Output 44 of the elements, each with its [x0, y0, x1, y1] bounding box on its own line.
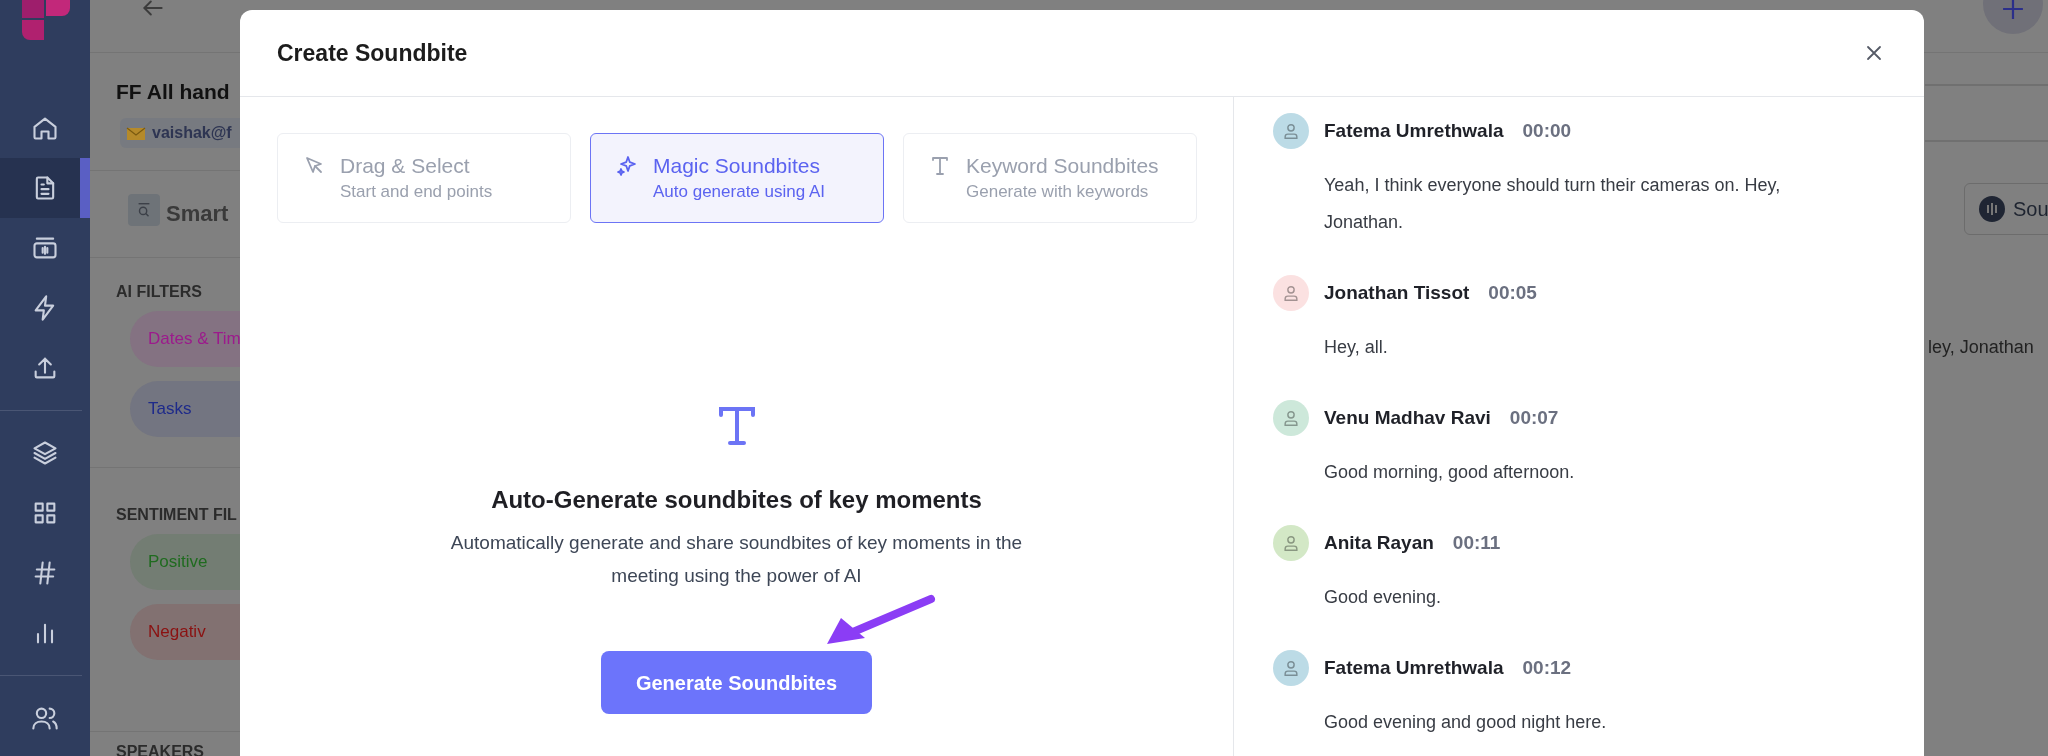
- speaker-name: Fatema Umrethwala: [1324, 118, 1504, 143]
- sidebar-item[interactable]: [0, 158, 90, 218]
- generate-button[interactable]: Generate Soundbites: [601, 651, 872, 714]
- timestamp: 00:07: [1509, 405, 1559, 430]
- filter-heading: SENTIMENT FIL: [116, 505, 237, 525]
- tab-title: Keyword Soundbites: [966, 153, 1159, 179]
- tab-title: Drag & Select: [340, 153, 471, 179]
- tab-title: Magic Soundbites: [653, 153, 821, 179]
- mode-tab[interactable]: Keyword Soundbites Generate with keywords: [903, 133, 1197, 223]
- speaker-name: Jonathan Tissot: [1324, 280, 1470, 305]
- transcript-text: ley, Jonathan: [1928, 336, 2034, 359]
- tab-subtitle: Start and end points: [340, 181, 493, 203]
- logo-icon: [20, 0, 70, 40]
- transcript-text: Good evening.: [1324, 586, 1443, 609]
- audio-wave-icon: [1979, 196, 2005, 222]
- layers-icon: [31, 439, 59, 467]
- active-indicator: [80, 158, 90, 218]
- tab-subtitle: Auto generate using AI: [653, 181, 826, 203]
- section-title: Smart: [166, 200, 229, 228]
- timestamp: 00:05: [1488, 280, 1537, 305]
- mode-tab[interactable]: Drag & Select Start and end points: [277, 133, 571, 223]
- text-icon: [716, 406, 757, 446]
- speaker-name: Fatema Umrethwala: [1324, 655, 1504, 680]
- filter-heading: AI FILTERS: [116, 282, 202, 302]
- sparkle-icon: [615, 154, 639, 178]
- dialog-title: Create Soundbite: [277, 38, 468, 68]
- meeting-title: FF All hand: [116, 79, 230, 105]
- feature-heading: Auto-Generate soundbites of key moments: [491, 485, 982, 515]
- timestamp: 00:11: [1452, 530, 1501, 555]
- transcript-text: Good evening and good night here.: [1324, 711, 1608, 734]
- timestamp: 00:00: [1522, 118, 1572, 143]
- speaker-name: Anita Rayan: [1324, 530, 1434, 555]
- envelope-icon: [126, 125, 146, 141]
- soundbite-button[interactable]: Sou: [1964, 183, 2048, 235]
- plus-icon: [2002, 0, 2024, 20]
- timestamp: 00:12: [1522, 655, 1572, 680]
- tab-subtitle: Generate with keywords: [966, 181, 1150, 203]
- transcript-text: Good morning, good afternoon.: [1324, 461, 1576, 484]
- search-icon: [128, 194, 160, 226]
- mode-tab[interactable]: Magic Soundbites Auto generate using AI: [590, 133, 884, 223]
- feature-description: Automatically generate and share soundbites of key moments in the meeting using the power of AI: [449, 531, 1024, 588]
- transcript-text: Yeah, I think everyone should turn their cameras on. Hey, Jonathan.: [1324, 174, 1782, 234]
- transcript-text: Hey, all.: [1324, 336, 1389, 359]
- speaker-name: Venu Madhav Ravi: [1324, 405, 1491, 430]
